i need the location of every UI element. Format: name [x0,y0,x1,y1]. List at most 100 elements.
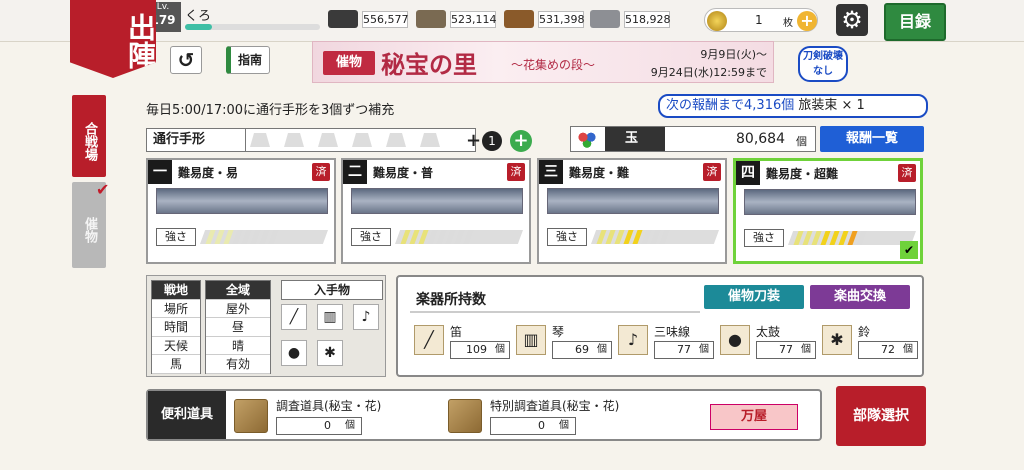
condition-value: 晴 [206,337,270,356]
pass-extra-plus: + [466,130,482,151]
back-button[interactable]: ↺ [170,46,202,74]
event-tag: 催物 [323,51,375,75]
strength-label: 強さ [156,228,196,246]
cleared-badge: 済 [312,163,330,181]
gyoku-counter: 玉 80,684 個 [570,126,816,152]
instrument-unit: 個 [903,344,913,355]
difficulty-card-very-hard[interactable]: 四 難易度・超難 済 強さ ✔ [733,158,923,264]
player-info: Lv. 179 くろ [145,2,325,38]
exp-bar [185,24,320,30]
tool-name: 特別調査道具(秘宝・花) [490,399,620,413]
tool-count-box: 0個 [276,417,362,435]
charcoal-value: 556,577 [362,11,409,28]
instrument-title: 楽器所持数 [416,292,486,308]
event-equipment-button[interactable]: 催物刀装 [704,285,804,309]
tab-check-icon: ✔ [96,180,110,199]
condition-value: 屋外 [206,300,270,319]
strength-bar [395,230,523,244]
tool-count: 0 [538,419,545,432]
flute-drop-icon: ╱ [281,304,307,330]
whetstone-value: 531,398 [538,11,585,28]
pass-add-button[interactable]: + [510,130,532,152]
no-breakage-badge: 刀剣破壊なし [798,46,848,82]
stage-preview-image [547,188,719,214]
bell-icon: ✱ [822,325,852,355]
event-subtitle: 〜花集めの段〜 [511,58,596,72]
settings-gear-icon[interactable]: ⚙ [836,4,868,36]
difficulty-card-hard[interactable]: 三 難易度・難 済 強さ [537,158,727,264]
tool-name: 調査道具(秘宝・花) [276,399,382,413]
tool-count-box: 0個 [490,417,576,435]
difficulty-card-easy[interactable]: 一 難易度・易 済 強さ [146,158,336,264]
condition-value: 有効 [206,355,270,374]
strength-label: 強さ [744,229,784,247]
sortie-banner: 出陣 [70,0,156,78]
cleared-badge: 済 [507,163,525,181]
shop-button[interactable]: 万屋 [710,404,798,430]
instrument-count-box: 77 個 [654,341,714,359]
tool-count: 0 [324,419,331,432]
pass-slot-icon [352,133,372,147]
strength-segment [659,230,670,244]
strength-segment [268,230,279,244]
event-date-start: 9月9日(火)〜 [700,48,767,61]
pass-extra-count: 1 [482,131,502,151]
survey-tool-icon [234,399,268,433]
flute-icon: ╱ [414,325,444,355]
condition-label: 時間 [152,318,200,337]
pass-slot-icon [386,133,406,147]
drum-icon: ● [720,325,750,355]
koto-drop-icon: ▥ [317,304,343,330]
song-exchange-button[interactable]: 楽曲交換 [810,285,910,309]
instrument-unit: 個 [801,344,811,355]
condition-label: 場所 [152,300,200,319]
cleared-badge: 済 [703,163,721,181]
strength-segment [463,230,474,244]
instrument-panel: 楽器所持数 催物刀装 楽曲交換 ╱ 笛 109 個 ▥ 琴 69 個 ♪ 三味線 7… [396,275,924,377]
next-reward-count: 4,316個 [744,98,795,113]
koban-add-button[interactable]: + [797,11,817,31]
guide-button[interactable]: 指南 [226,46,270,74]
stage-preview-image [744,189,916,215]
tab-battlefield[interactable]: 合戦場 [72,95,106,177]
event-banner[interactable]: 催物 秘宝の里 〜花集めの段〜 9月9日(火)〜 9月24日(水)12:59まで [312,41,774,83]
reward-list-button[interactable]: 報酬一覧 [820,126,924,152]
koban-counter: 1 枚 + [704,8,818,32]
tool-unit: 個 [559,420,569,431]
event-date-end: 9月24日(水)12:59まで [650,66,767,79]
pass-slot-icon [250,133,270,147]
difficulty-number: 二 [343,160,367,184]
difficulty-card-normal[interactable]: 二 難易度・普 済 強さ [341,158,531,264]
cleared-badge: 済 [898,164,916,182]
catalog-button[interactable]: 目録 [884,3,946,41]
drops-title: 入手物 [281,280,383,300]
stage-preview-image [351,188,523,214]
instrument-unit: 個 [495,344,505,355]
gyoku-unit: 個 [796,135,807,148]
difficulty-number: 一 [148,160,172,184]
koban-unit: 枚 [783,18,793,29]
instrument-count-box: 77 個 [756,341,816,359]
difficulty-name: 難易度・普 [373,166,434,180]
difficulty-number: 三 [539,160,563,184]
instrument-koto: ▥ 琴 69 個 [516,323,616,361]
difficulty-name: 難易度・易 [178,166,239,180]
instrument-count-box: 69 個 [552,341,612,359]
steel-icon [590,10,620,28]
stage-conditions: 戦地 場所 時間 天候 馬 全域 屋外 昼 晴 有効 入手物 ╱ ▥ ♪ ● ✱ [146,275,386,377]
strength-segment [856,231,867,245]
level-label: Lv. [156,2,170,12]
instrument-count: 69 [575,343,589,356]
squad-select-button[interactable]: 部隊選択 [836,386,926,446]
condition-value: 昼 [206,318,270,337]
gyoku-label: 玉 [605,127,665,151]
pass-slot-icon [284,133,304,147]
instrument-count-box: 109 個 [450,341,510,359]
strength-bar [591,230,719,244]
difficulty-number: 四 [736,161,760,185]
next-reward-box: 次の報酬まで4,316個 旅装束 × 1 [658,94,928,118]
drum-drop-icon: ● [281,340,307,366]
cooling-water-value: 523,114 [450,11,497,28]
condition-label: 馬 [152,355,200,374]
divider [410,311,700,313]
